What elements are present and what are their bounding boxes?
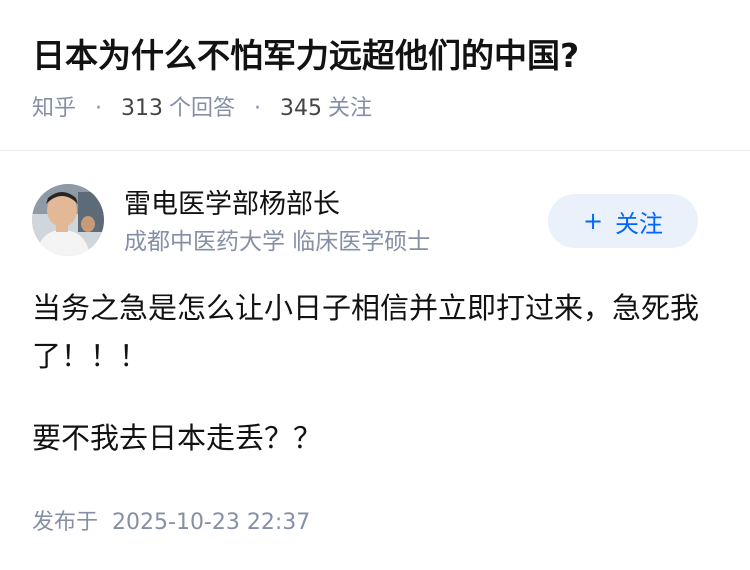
published-date: 2025-10-23 22:37 — [112, 510, 311, 535]
source-label[interactable]: 知乎 — [32, 96, 76, 121]
publish-info: 发布于 2025-10-23 22:37 — [32, 504, 310, 536]
separator-dot: · — [95, 96, 103, 121]
answer-content: 当务之急是怎么让小日子相信并立即打过来，急死我了！！！ 要不我去日本走丢？？ — [32, 284, 718, 462]
question-title[interactable]: 日本为什么不怕军力远超他们的中国? — [32, 30, 718, 82]
published-label: 发布于 — [32, 510, 99, 535]
avatar-image — [32, 184, 104, 256]
avatar[interactable] — [32, 184, 104, 256]
author-name[interactable]: 雷电医学部杨部长 — [124, 186, 340, 224]
plus-icon: + — [582, 207, 604, 235]
answer-paragraph: 当务之急是怎么让小日子相信并立即打过来，急死我了！！！ — [32, 291, 700, 373]
follow-button[interactable]: + 关注 — [548, 194, 698, 248]
answer-paragraph: 要不我去日本走丢？？ — [32, 421, 323, 455]
follow-label: 关注 — [615, 209, 664, 238]
question-meta: 知乎 · 313 个回答 · 345 关注 — [32, 92, 372, 126]
separator-dot: · — [254, 96, 262, 121]
author-card: 雷电医学部杨部长 成都中医药大学 临床医学硕士 + 关注 — [32, 184, 718, 260]
divider — [0, 150, 750, 151]
question-header: 日本为什么不怕军力远超他们的中国? — [32, 30, 718, 82]
answers-label[interactable]: 个回答 — [169, 96, 235, 121]
answers-count: 313 — [121, 96, 164, 121]
followers-label[interactable]: 关注 — [328, 96, 372, 121]
author-description: 成都中医药大学 临床医学硕士 — [124, 229, 431, 255]
followers-count: 345 — [280, 96, 323, 121]
